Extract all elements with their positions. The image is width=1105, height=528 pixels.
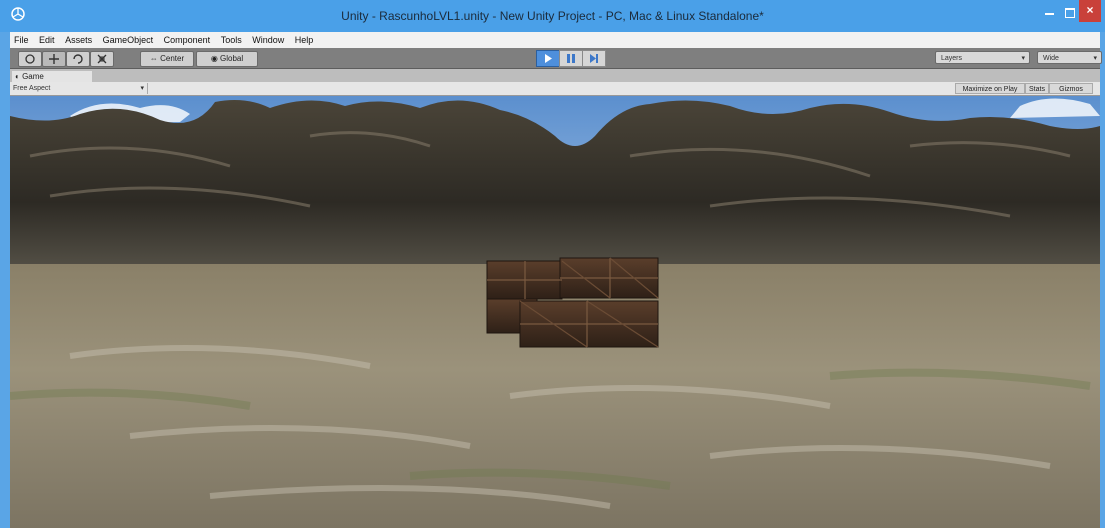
layers-label: Layers	[941, 55, 963, 62]
step-icon	[590, 54, 598, 63]
minimize-button[interactable]	[1037, 4, 1063, 22]
play-icon	[545, 54, 552, 63]
game-tab-label: Game	[22, 72, 44, 81]
hand-icon	[25, 54, 35, 64]
close-button[interactable]: ×	[1079, 0, 1101, 22]
pause-icon	[567, 54, 575, 63]
window-title: Unity - RascunhoLVL1.unity - New Unity P…	[341, 9, 764, 23]
title-bar: Unity - RascunhoLVL1.unity - New Unity P…	[0, 0, 1105, 32]
menu-edit[interactable]: Edit	[35, 32, 59, 45]
rotate-icon	[73, 54, 83, 64]
layers-dropdown[interactable]: Layers ▾	[935, 51, 1030, 64]
menu-bar: File Edit Assets GameObject Component To…	[10, 32, 1100, 48]
menu-tools[interactable]: Tools	[217, 32, 246, 45]
globe-icon: ◉	[210, 54, 221, 63]
layout-label: Wide	[1043, 55, 1059, 62]
menu-help[interactable]: Help	[291, 32, 318, 45]
menu-assets[interactable]: Assets	[61, 32, 96, 45]
game-tab-icon: ◐	[15, 72, 23, 81]
maximize-icon	[1065, 8, 1075, 18]
menu-component[interactable]: Component	[160, 32, 215, 45]
layout-dropdown[interactable]: Wide ▾	[1037, 51, 1102, 64]
move-tool-button[interactable]	[42, 51, 66, 67]
maximize-on-play-toggle[interactable]: Maximize on Play	[955, 83, 1025, 94]
minimize-icon	[1045, 13, 1054, 15]
menu-file[interactable]: File	[10, 32, 33, 45]
space-global-toggle[interactable]: ◉ Global	[196, 51, 258, 67]
rotate-tool-button[interactable]	[66, 51, 90, 67]
chevron-down-icon: ▾	[140, 85, 144, 92]
stats-toggle[interactable]: Stats	[1025, 83, 1049, 94]
pivot-center-toggle[interactable]: ⇔ Center	[140, 51, 194, 67]
game-view-toolbar: Free Aspect ▾ Maximize on Play Stats Gizm…	[10, 82, 1100, 96]
pivot-icon: ⇔	[149, 54, 161, 63]
pause-button[interactable]	[559, 50, 583, 67]
tab-strip: ◐ Game	[10, 69, 1100, 82]
aspect-label: Free Aspect	[13, 85, 51, 92]
menu-gameobject[interactable]: GameObject	[99, 32, 158, 45]
main-toolbar: ⇔ Center ◉ Global Layers ▾ Wide ▾	[10, 48, 1102, 69]
game-viewport[interactable]	[10, 96, 1100, 528]
tab-game[interactable]: ◐ Game	[12, 71, 92, 82]
scale-tool-button[interactable]	[90, 51, 114, 67]
unity-editor-window: Unity - RascunhoLVL1.unity - New Unity P…	[0, 0, 1105, 528]
maximize-button[interactable]	[1063, 4, 1077, 22]
game-scene	[10, 96, 1100, 528]
step-button[interactable]	[582, 50, 606, 67]
menu-window[interactable]: Window	[248, 32, 288, 45]
aspect-dropdown[interactable]: Free Aspect ▾	[10, 83, 148, 94]
hand-tool-button[interactable]	[18, 51, 42, 67]
pivot-label: Center	[160, 54, 185, 63]
chevron-down-icon: ▾	[1093, 55, 1097, 62]
move-icon	[49, 54, 59, 64]
space-label: Global	[220, 54, 244, 63]
chevron-down-icon: ▾	[1021, 55, 1025, 62]
gizmos-dropdown[interactable]: Gizmos	[1049, 83, 1093, 94]
play-button[interactable]	[536, 50, 560, 67]
scale-icon	[97, 54, 107, 64]
